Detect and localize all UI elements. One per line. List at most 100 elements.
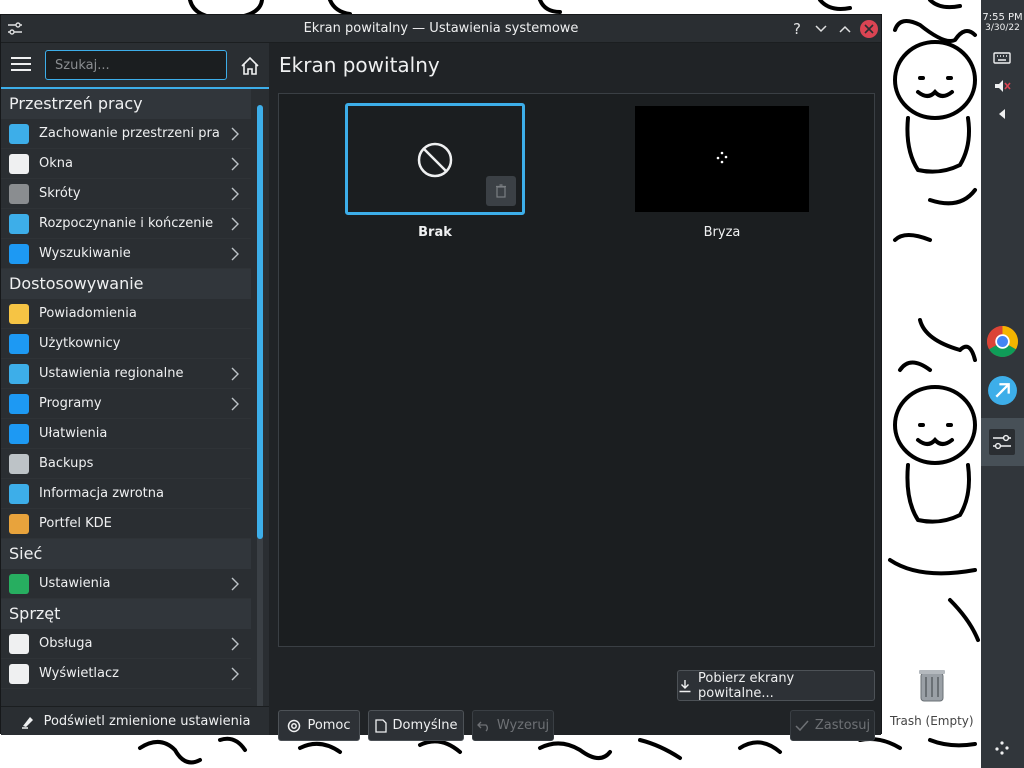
sidebar-item-skroty[interactable]: Skróty [1,179,251,209]
sidebar-item-label: Programy [39,396,102,411]
chevron-right-icon [231,367,239,381]
sidebar-item-informacja-zwrotna[interactable]: Informacja zwrotna [1,479,251,509]
sidebar-item-obsluga[interactable]: Obsługa [1,629,251,659]
workspace-behavior-icon [9,123,29,144]
category-header-dostosowywanie: Dostosowywanie [1,269,251,299]
highlighter-icon [21,717,33,729]
splash-label-brak: Brak [418,225,452,240]
reset-button[interactable]: Wyzeruj [472,710,554,741]
chevron-right-icon [231,577,239,591]
chrome-icon[interactable] [986,325,1019,358]
sidebar-category-list: Przestrzeń pracy Zachowanie przestrzeni p… [1,89,251,689]
chevron-right-icon [231,187,239,201]
chevron-up-icon [839,25,851,33]
delete-splash-button[interactable] [486,176,516,206]
splash-label-bryza: Bryza [703,225,741,240]
clock-time[interactable]: 7:55 PM [981,12,1024,23]
sidebar: Przestrzeń pracy Zachowanie przestrzeni p… [1,43,269,729]
backups-icon [9,453,29,474]
chevron-right-icon [231,157,239,171]
trash-label: Trash (Empty) [890,714,974,728]
trash-icon [919,670,945,702]
sidebar-item-rozpoczynanie-i-konczenie[interactable]: Rozpoczynanie i kończenie [1,209,251,239]
sidebar-item-label: Backups [39,456,94,471]
expand-tray-arrow-icon[interactable] [992,104,1012,124]
startup-shutdown-icon [9,213,29,234]
sidebar-item-label: Ustawienia regionalne [39,366,184,381]
sidebar-item-portfel-kde[interactable]: Portfel KDE [1,509,251,539]
sidebar-item-programy[interactable]: Programy [1,389,251,419]
sidebar-item-ustawienia-regionalne[interactable]: Ustawienia regionalne [1,359,251,389]
home-icon[interactable] [239,55,261,77]
close-button[interactable] [860,20,878,38]
sidebar-item-zachowanie-przestrzeni-pra[interactable]: Zachowanie przestrzeni pra... [1,119,251,149]
sidebar-item-label: Wyświetlacz [39,666,119,681]
sidebar-item-powiadomienia[interactable]: Powiadomienia [1,299,251,329]
splash-grid: Brak Bryza [278,93,875,647]
search-input[interactable] [45,50,227,80]
document-icon [374,718,387,733]
virtual-keyboard-icon[interactable] [992,48,1012,68]
system-panel: 7:55 PM 3/30/22 [981,0,1024,768]
sidebar-item-backups[interactable]: Backups [1,449,251,479]
trash-icon [496,184,506,198]
highlight-button-label: Podświetl zmienione ustawienia [43,713,251,729]
wallet-icon [9,513,29,534]
sidebar-item-uzytkownicy[interactable]: Użytkownicy [1,329,251,359]
category-header-siec: Sieć [1,539,251,569]
sidebar-item-wyszukiwanie[interactable]: Wyszukiwanie [1,239,251,269]
checkmark-icon [795,720,809,731]
help-button[interactable]: Pomoc [278,710,360,741]
page-title: Ekran powitalny [279,53,440,77]
get-new-label: Pobierz ekrany powitalne... [697,670,795,701]
sidebar-item-wyswietlacz[interactable]: Wyświetlacz [1,659,251,689]
title-bar[interactable]: Ekran powitalny — Ustawienia systemowe ? [1,15,881,43]
minimize-button[interactable] [811,19,831,39]
chevron-right-icon [231,247,239,261]
display-icon [9,663,29,684]
help-title-button[interactable]: ? [787,19,807,39]
apply-button[interactable]: Zastosuj [790,710,875,741]
sidebar-item-ustawienia[interactable]: Ustawienia [1,569,251,599]
chevron-right-icon [231,217,239,231]
task-system-settings[interactable] [981,418,1024,466]
users-icon [9,333,29,354]
sidebar-item-ulatwienia[interactable]: Ułatwienia [1,419,251,449]
help-glyph: ? [793,20,801,38]
sidebar-item-label: Rozpoczynanie i kończenie [39,216,214,231]
clock-date[interactable]: 3/30/22 [981,23,1024,33]
sidebar-item-label: Powiadomienia [39,306,137,321]
sidebar-scrollbar[interactable] [257,105,263,729]
bell-icon [9,303,29,324]
splash-thumbnail-brak[interactable] [345,103,525,215]
sidebar-item-label: Użytkownicy [39,336,121,351]
help-label: Pomoc [307,718,351,733]
discover-app-icon[interactable] [987,375,1018,406]
defaults-button[interactable]: Domyślne [368,710,464,741]
main-content: Ekran powitalny Brak Bryza Pobierz ekran… [269,43,881,741]
window-title: Ekran powitalny — Ustawienia systemowe [303,21,579,36]
sidebar-item-okna[interactable]: Okna [1,149,251,179]
system-settings-window: Ekran powitalny — Ustawienia systemowe ?… [0,14,882,741]
feedback-icon [9,483,29,504]
trash-desktop-icon[interactable]: Trash (Empty) [890,664,974,730]
highlight-changed-settings-button[interactable]: Podświetl zmienione ustawienia [1,706,269,735]
maximize-button[interactable] [835,19,855,39]
scrollbar-thumb[interactable] [257,105,263,539]
settings-sliders-icon [989,429,1015,455]
network-globe-icon [9,573,29,594]
sidebar-item-label: Informacja zwrotna [39,486,164,501]
busy-indicator-icon [995,741,1009,755]
volume-muted-icon[interactable] [992,76,1012,96]
sidebar-item-label: Portfel KDE [39,516,112,531]
chevron-right-icon [231,127,239,141]
chevron-right-icon [231,637,239,651]
get-new-splash-button[interactable]: Pobierz ekrany powitalne... [677,670,875,701]
hamburger-menu-icon[interactable] [11,57,31,73]
sidebar-item-label: Obsługa [39,636,93,651]
sidebar-item-label: Okna [39,156,73,171]
keyboard-icon [9,183,29,204]
splash-thumbnail-bryza[interactable] [635,106,809,212]
category-header-przestrzen-pracy: Przestrzeń pracy [1,89,251,119]
sidebar-item-label: Skróty [39,186,81,201]
